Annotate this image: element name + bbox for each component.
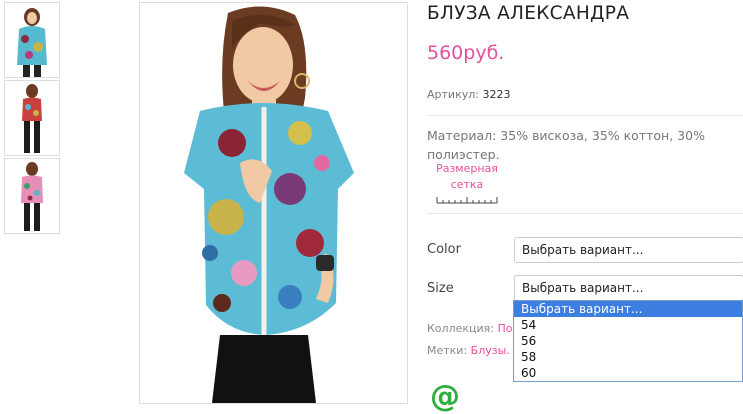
ruler-icon xyxy=(436,197,498,204)
size-chart-link[interactable]: Размерная сетка xyxy=(431,161,503,204)
dropdown-option[interactable]: 56 xyxy=(514,333,742,349)
product-title: БЛУЗА АЛЕКСАНДРА xyxy=(427,3,630,24)
divider xyxy=(427,115,743,116)
collection: Коллекция: По xyxy=(427,322,513,335)
collection-label: Коллекция: xyxy=(427,322,494,335)
email-at-icon[interactable]: @ xyxy=(430,382,460,412)
color-label: Color xyxy=(427,242,461,257)
size-select[interactable]: Выбрать вариант... xyxy=(514,275,743,301)
divider xyxy=(427,213,743,214)
thumbnail-1[interactable] xyxy=(4,2,60,78)
tag-link[interactable]: Блузы. xyxy=(471,344,510,357)
thumbnail-3[interactable] xyxy=(4,158,60,234)
color-select[interactable]: Выбрать вариант... xyxy=(514,237,743,263)
collection-link[interactable]: По xyxy=(497,322,512,335)
sku: Артикул: 3223 xyxy=(427,88,510,101)
sku-label: Артикул: xyxy=(427,88,479,101)
size-dropdown-list: Выбрать вариант... 54 56 58 60 xyxy=(513,300,743,382)
dropdown-option[interactable]: Выбрать вариант... xyxy=(514,301,742,317)
tags-label: Метки: xyxy=(427,344,468,357)
size-chart-label: Размерная сетка xyxy=(436,162,498,191)
product-photo[interactable] xyxy=(139,2,408,404)
thumbnail-gallery xyxy=(4,2,60,236)
dropdown-option[interactable]: 54 xyxy=(514,317,742,333)
thumbnail-2[interactable] xyxy=(4,80,60,156)
sku-value: 3223 xyxy=(482,88,511,101)
product-price: 560руб. xyxy=(427,42,505,64)
tags: Метки: Блузы. xyxy=(427,344,510,357)
product-material: Материал: 35% вискоза, 35% коттон, 30% п… xyxy=(427,128,705,162)
size-label: Size xyxy=(427,281,454,296)
dropdown-option[interactable]: 58 xyxy=(514,349,742,365)
dropdown-option[interactable]: 60 xyxy=(514,365,742,381)
